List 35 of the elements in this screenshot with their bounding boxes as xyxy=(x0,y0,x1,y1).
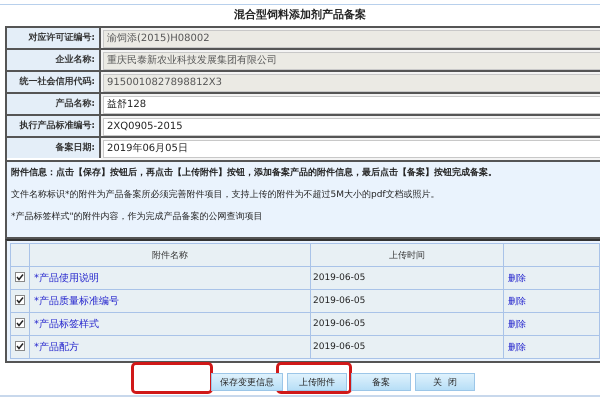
attachment-link[interactable]: *产品使用说明 xyxy=(31,273,99,284)
form-title: 混合型饲料添加剂产品备案 xyxy=(233,7,367,23)
field-label: 执行产品标准编号: xyxy=(7,116,101,138)
action-button[interactable]: 保存变更信息 xyxy=(211,373,283,391)
table-cell: 2019-06-05 xyxy=(310,336,504,358)
field-label: 备案日期: xyxy=(7,138,101,158)
table-cell: 2019-06-05 xyxy=(310,312,504,336)
column-header: 上传时间 xyxy=(310,244,504,266)
checkbox[interactable] xyxy=(15,318,25,328)
input-field[interactable]: 2XQ0905-2015 xyxy=(103,118,600,136)
checkbox[interactable] xyxy=(15,272,25,282)
field-label: 统一社会信用代码: xyxy=(7,72,101,94)
table-cell: 2019-06-05 xyxy=(310,266,504,290)
checkbox[interactable] xyxy=(15,294,25,304)
delete-link[interactable]: 删除 xyxy=(505,296,526,306)
delete-link[interactable]: 删除 xyxy=(505,274,526,284)
input-field[interactable]: 2019年06月05日 xyxy=(103,140,600,158)
action-button[interactable]: 关 闭 xyxy=(415,373,475,391)
field-label: 对应许可证编号: xyxy=(7,28,101,50)
delete-link[interactable]: 删除 xyxy=(505,342,526,352)
checkbox[interactable] xyxy=(15,340,25,350)
input-field[interactable]: 益舒128 xyxy=(103,96,600,114)
delete-link[interactable]: 删除 xyxy=(505,320,526,330)
action-button[interactable]: 上传附件 xyxy=(287,373,347,391)
table-cell: 2019-06-05 xyxy=(310,290,504,312)
attachment-link[interactable]: *产品标签样式 xyxy=(31,319,99,330)
info-text: 文件名称标识*的附件为产品备案所必须完善附件项目，支持上传的附件为不超过5M大小的pdf文档或照片。 xyxy=(11,188,441,201)
action-button[interactable]: 备案 xyxy=(351,373,411,391)
column-header: 附件名称 xyxy=(30,244,310,266)
field-label: 企业名称: xyxy=(7,50,101,72)
attachment-link[interactable]: *产品配方 xyxy=(31,342,79,353)
info-heading: 附件信息：点击【保存】按钮后，再点击【上传附件】按钮，添加备案产品的附件信息，最后点击【备案】按钮完成备案。 xyxy=(11,166,498,179)
attachment-link[interactable]: *产品质量标准编号 xyxy=(31,296,119,307)
info-text: *产品标签样式"的附件内容，作为完成产品备案的公网查询项目 xyxy=(11,210,264,223)
field-label: 产品名称: xyxy=(7,94,101,116)
